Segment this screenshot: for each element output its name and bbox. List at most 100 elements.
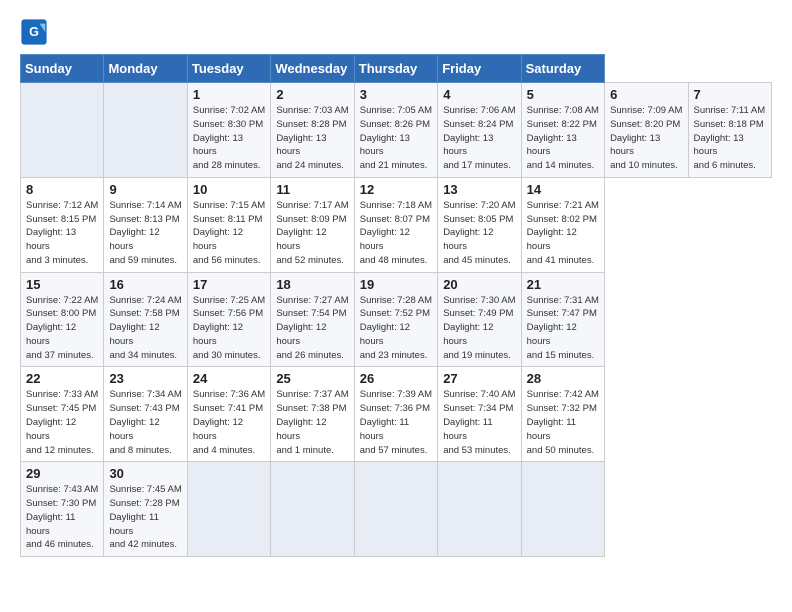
calendar-cell: 9Sunrise: 7:14 AM Sunset: 8:13 PM Daylig… <box>104 177 187 272</box>
day-number: 5 <box>527 87 599 102</box>
day-info: Sunrise: 7:42 AM Sunset: 7:32 PM Dayligh… <box>527 388 599 457</box>
svg-text:G: G <box>29 25 39 39</box>
calendar-cell <box>21 83 104 178</box>
logo: G <box>20 18 52 46</box>
day-info: Sunrise: 7:24 AM Sunset: 7:58 PM Dayligh… <box>109 294 181 363</box>
calendar-week-5: 29 Sunrise: 7:43 AM Sunset: 7:30 PM Dayli… <box>21 462 772 557</box>
day-number: 14 <box>527 182 599 197</box>
calendar-cell: 28 Sunrise: 7:42 AM Sunset: 7:32 PM Dayli… <box>521 367 604 462</box>
calendar-cell: 21Sunrise: 7:31 AM Sunset: 7:47 PM Dayli… <box>521 272 604 367</box>
calendar-cell <box>271 462 354 557</box>
header-cell-friday: Friday <box>438 55 521 83</box>
day-number: 18 <box>276 277 348 292</box>
calendar-cell: 16 Sunrise: 7:24 AM Sunset: 7:58 PM Dayli… <box>104 272 187 367</box>
calendar-cell: 10 Sunrise: 7:15 AM Sunset: 8:11 PM Dayli… <box>187 177 270 272</box>
header-cell-wednesday: Wednesday <box>271 55 354 83</box>
day-number: 10 <box>193 182 265 197</box>
day-info: Sunrise: 7:43 AM Sunset: 7:30 PM Dayligh… <box>26 483 98 552</box>
calendar-cell: 2 Sunrise: 7:03 AM Sunset: 8:28 PM Daylig… <box>271 83 354 178</box>
day-number: 16 <box>109 277 181 292</box>
day-info: Sunrise: 7:21 AM Sunset: 8:02 PM Dayligh… <box>527 199 599 268</box>
day-number: 21 <box>527 277 599 292</box>
calendar-table: SundayMondayTuesdayWednesdayThursdayFrid… <box>20 54 772 557</box>
day-number: 17 <box>193 277 265 292</box>
calendar-cell: 15 Sunrise: 7:22 AM Sunset: 8:00 PM Dayli… <box>21 272 104 367</box>
calendar-week-4: 22 Sunrise: 7:33 AM Sunset: 7:45 PM Dayli… <box>21 367 772 462</box>
day-info: Sunrise: 7:11 AM Sunset: 8:18 PM Dayligh… <box>694 104 767 173</box>
calendar-page: G SundayMondayTuesdayWednesdayThursdayFr… <box>0 0 792 612</box>
calendar-cell: 19 Sunrise: 7:28 AM Sunset: 7:52 PM Dayli… <box>354 272 437 367</box>
day-info: Sunrise: 7:28 AM Sunset: 7:52 PM Dayligh… <box>360 294 432 363</box>
day-number: 3 <box>360 87 432 102</box>
day-number: 29 <box>26 466 98 481</box>
calendar-cell: 30 Sunrise: 7:45 AM Sunset: 7:28 PM Dayli… <box>104 462 187 557</box>
calendar-cell: 20 Sunrise: 7:30 AM Sunset: 7:49 PM Dayli… <box>438 272 521 367</box>
calendar-cell: 17 Sunrise: 7:25 AM Sunset: 7:56 PM Dayli… <box>187 272 270 367</box>
calendar-cell: 5Sunrise: 7:08 AM Sunset: 8:22 PM Daylig… <box>521 83 604 178</box>
calendar-cell <box>354 462 437 557</box>
calendar-header: SundayMondayTuesdayWednesdayThursdayFrid… <box>21 55 772 83</box>
day-number: 2 <box>276 87 348 102</box>
day-info: Sunrise: 7:36 AM Sunset: 7:41 PM Dayligh… <box>193 388 265 457</box>
calendar-cell: 6 Sunrise: 7:09 AM Sunset: 8:20 PM Daylig… <box>605 83 688 178</box>
day-info: Sunrise: 7:09 AM Sunset: 8:20 PM Dayligh… <box>610 104 682 173</box>
day-number: 25 <box>276 371 348 386</box>
calendar-cell <box>438 462 521 557</box>
day-info: Sunrise: 7:27 AM Sunset: 7:54 PM Dayligh… <box>276 294 348 363</box>
day-number: 13 <box>443 182 515 197</box>
day-info: Sunrise: 7:37 AM Sunset: 7:38 PM Dayligh… <box>276 388 348 457</box>
day-number: 11 <box>276 182 348 197</box>
calendar-cell: 7 Sunrise: 7:11 AM Sunset: 8:18 PM Daylig… <box>688 83 772 178</box>
day-info: Sunrise: 7:39 AM Sunset: 7:36 PM Dayligh… <box>360 388 432 457</box>
calendar-week-1: 1Sunrise: 7:02 AM Sunset: 8:30 PM Daylig… <box>21 83 772 178</box>
calendar-cell <box>187 462 270 557</box>
calendar-cell: 1Sunrise: 7:02 AM Sunset: 8:30 PM Daylig… <box>187 83 270 178</box>
day-number: 7 <box>694 87 767 102</box>
calendar-cell: 24 Sunrise: 7:36 AM Sunset: 7:41 PM Dayli… <box>187 367 270 462</box>
calendar-cell: 3Sunrise: 7:05 AM Sunset: 8:26 PM Daylig… <box>354 83 437 178</box>
calendar-body: 1Sunrise: 7:02 AM Sunset: 8:30 PM Daylig… <box>21 83 772 557</box>
header-cell-thursday: Thursday <box>354 55 437 83</box>
header-cell-saturday: Saturday <box>521 55 604 83</box>
day-info: Sunrise: 7:15 AM Sunset: 8:11 PM Dayligh… <box>193 199 265 268</box>
day-info: Sunrise: 7:33 AM Sunset: 7:45 PM Dayligh… <box>26 388 98 457</box>
calendar-cell: 22 Sunrise: 7:33 AM Sunset: 7:45 PM Dayli… <box>21 367 104 462</box>
calendar-cell: 12 Sunrise: 7:18 AM Sunset: 8:07 PM Dayli… <box>354 177 437 272</box>
day-number: 20 <box>443 277 515 292</box>
day-number: 15 <box>26 277 98 292</box>
header-cell-sunday: Sunday <box>21 55 104 83</box>
day-info: Sunrise: 7:02 AM Sunset: 8:30 PM Dayligh… <box>193 104 265 173</box>
day-info: Sunrise: 7:22 AM Sunset: 8:00 PM Dayligh… <box>26 294 98 363</box>
day-info: Sunrise: 7:17 AM Sunset: 8:09 PM Dayligh… <box>276 199 348 268</box>
day-info: Sunrise: 7:18 AM Sunset: 8:07 PM Dayligh… <box>360 199 432 268</box>
day-number: 8 <box>26 182 98 197</box>
calendar-cell: 14 Sunrise: 7:21 AM Sunset: 8:02 PM Dayli… <box>521 177 604 272</box>
calendar-cell: 8Sunrise: 7:12 AM Sunset: 8:15 PM Daylig… <box>21 177 104 272</box>
calendar-cell <box>104 83 187 178</box>
day-number: 27 <box>443 371 515 386</box>
calendar-cell: 11 Sunrise: 7:17 AM Sunset: 8:09 PM Dayli… <box>271 177 354 272</box>
calendar-cell: 27 Sunrise: 7:40 AM Sunset: 7:34 PM Dayli… <box>438 367 521 462</box>
day-number: 26 <box>360 371 432 386</box>
day-number: 22 <box>26 371 98 386</box>
day-number: 6 <box>610 87 682 102</box>
day-number: 30 <box>109 466 181 481</box>
day-number: 19 <box>360 277 432 292</box>
day-info: Sunrise: 7:45 AM Sunset: 7:28 PM Dayligh… <box>109 483 181 552</box>
header-cell-tuesday: Tuesday <box>187 55 270 83</box>
day-info: Sunrise: 7:30 AM Sunset: 7:49 PM Dayligh… <box>443 294 515 363</box>
day-number: 28 <box>527 371 599 386</box>
calendar-cell: 13 Sunrise: 7:20 AM Sunset: 8:05 PM Dayli… <box>438 177 521 272</box>
calendar-week-2: 8Sunrise: 7:12 AM Sunset: 8:15 PM Daylig… <box>21 177 772 272</box>
day-info: Sunrise: 7:14 AM Sunset: 8:13 PM Dayligh… <box>109 199 181 268</box>
day-info: Sunrise: 7:34 AM Sunset: 7:43 PM Dayligh… <box>109 388 181 457</box>
day-number: 12 <box>360 182 432 197</box>
day-number: 24 <box>193 371 265 386</box>
calendar-cell: 18 Sunrise: 7:27 AM Sunset: 7:54 PM Dayli… <box>271 272 354 367</box>
day-info: Sunrise: 7:20 AM Sunset: 8:05 PM Dayligh… <box>443 199 515 268</box>
day-info: Sunrise: 7:40 AM Sunset: 7:34 PM Dayligh… <box>443 388 515 457</box>
day-info: Sunrise: 7:03 AM Sunset: 8:28 PM Dayligh… <box>276 104 348 173</box>
calendar-cell <box>521 462 604 557</box>
day-number: 23 <box>109 371 181 386</box>
day-info: Sunrise: 7:25 AM Sunset: 7:56 PM Dayligh… <box>193 294 265 363</box>
